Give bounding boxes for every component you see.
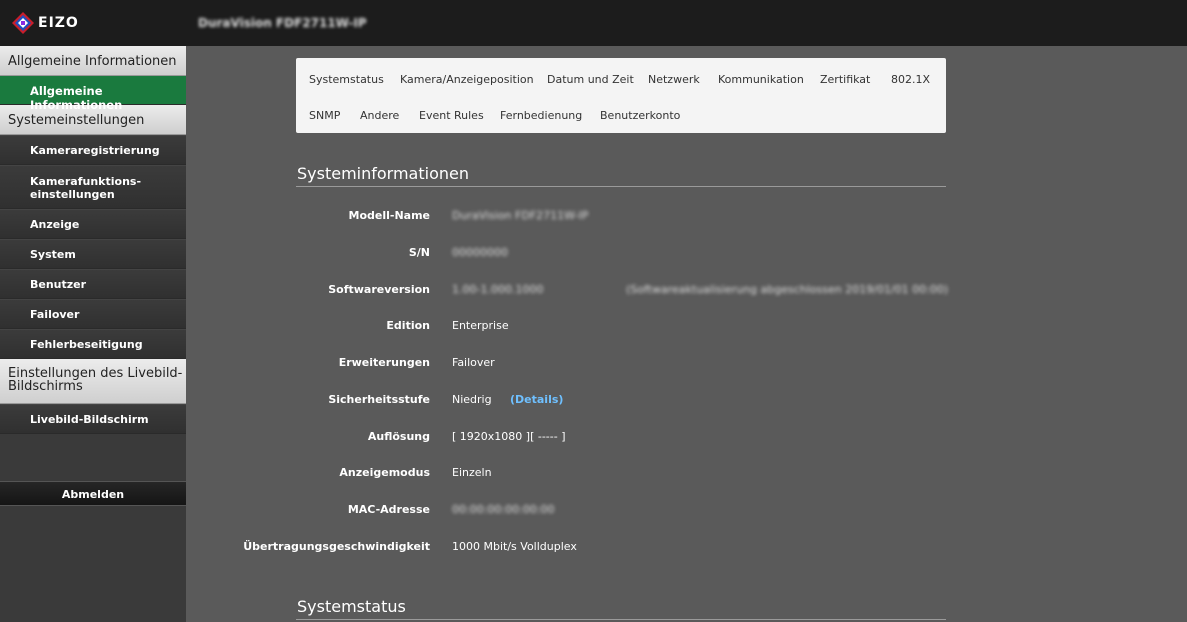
value-erweiterungen: Failover — [452, 356, 495, 369]
main-content: Systemstatus Kamera/Anzeigeposition Datu… — [186, 46, 1187, 622]
details-link-wrapper: (Details) — [510, 393, 563, 406]
eizo-logo: EIZO — [12, 12, 79, 34]
tab-systemstatus[interactable]: Systemstatus — [309, 73, 384, 86]
device-title: DuraVision FDF2711W-IP — [198, 16, 367, 30]
logout-button[interactable]: Abmelden — [0, 481, 186, 506]
label-uebertragungsgeschwindigkeit: Übertragungsgeschwindigkeit — [243, 540, 430, 553]
sidebar-spacer — [0, 434, 186, 481]
value-sicherheitsstufe: Niedrig — [452, 393, 492, 406]
label-mac-adresse: MAC-Adresse — [347, 503, 430, 516]
sidebar-section-label-line2: Bildschirms — [8, 379, 83, 394]
value-anzeigemodus: Einzeln — [452, 466, 492, 479]
label-modell-name: Modell-Name — [348, 209, 431, 222]
tab-datum-und-zeit[interactable]: Datum und Zeit — [547, 73, 634, 86]
brand-name: EIZO — [38, 15, 79, 31]
label-erweiterungen: Erweiterungen — [338, 356, 430, 369]
section-divider — [296, 186, 946, 187]
tab-kommunikation[interactable]: Kommunikation — [718, 73, 804, 86]
label-anzeigemodus: Anzeigemodus — [339, 466, 430, 479]
section-title-systemstatus: Systemstatus — [297, 597, 406, 616]
sidebar-item-kameraregistrierung[interactable]: Kameraregistrierung — [0, 135, 186, 165]
section-divider-systemstatus — [296, 619, 946, 620]
label-sicherheitsstufe: Sicherheitsstufe — [328, 393, 430, 406]
eizo-diamond-icon — [12, 12, 34, 34]
tab-andere[interactable]: Andere — [360, 109, 399, 122]
tab-event-rules[interactable]: Event Rules — [419, 109, 484, 122]
value-edition: Enterprise — [452, 319, 509, 332]
sidebar-item-benutzer[interactable]: Benutzer — [0, 269, 186, 299]
sidebar-item-livebild-bildschirm[interactable]: Livebild-Bildschirm — [0, 404, 186, 434]
value-aufloesung: [ 1920x1080 ][ ----- ] — [452, 430, 566, 443]
tab-benutzerkonto[interactable]: Benutzerkonto — [600, 109, 680, 122]
tab-zertifikat[interactable]: Zertifikat — [820, 73, 870, 86]
details-link-close-paren: ) — [558, 393, 564, 406]
value-softwareversion: 1.00-1.000.1000 — [452, 283, 544, 296]
tab-netzwerk[interactable]: Netzwerk — [648, 73, 700, 86]
tab-kamera-anzeigeposition[interactable]: Kamera/Anzeigeposition — [400, 73, 534, 86]
sidebar-item-fehlerbeseitigung[interactable]: Fehlerbeseitigung — [0, 329, 186, 359]
sidebar: Allgemeine Informationen Allgemeine Info… — [0, 46, 186, 622]
tab-fernbedienung[interactable]: Fernbedienung — [500, 109, 582, 122]
label-sn: S/N — [408, 246, 430, 259]
value-sn: 00000000 — [452, 246, 508, 259]
section-title-systeminformationen: Systeminformationen — [297, 164, 469, 183]
sidebar-section-livebild: Einstellungen des Livebild- Bildschirms — [0, 359, 186, 404]
top-bar: EIZO DuraVision FDF2711W-IP — [0, 0, 1187, 46]
value-uebertragungsgeschwindigkeit: 1000 Mbit/s Vollduplex — [452, 540, 577, 553]
sidebar-item-anzeige[interactable]: Anzeige — [0, 209, 186, 239]
sidebar-item-allgemeine-informationen[interactable]: Allgemeine Informationen — [0, 76, 186, 112]
sidebar-item-failover[interactable]: Failover — [0, 299, 186, 329]
value-mac-adresse: 00:00:00:00:00:00 — [452, 503, 555, 516]
sidebar-item-label-line1: Kamerafunktions- — [30, 175, 142, 188]
label-edition: Edition — [386, 319, 430, 332]
sidebar-item-system[interactable]: System — [0, 239, 186, 269]
tab-802-1x[interactable]: 802.1X — [891, 73, 930, 86]
label-aufloesung: Auflösung — [367, 430, 430, 443]
value-modell-name: DuraVision FDF2711W-IP — [452, 209, 589, 222]
tab-bar: Systemstatus Kamera/Anzeigeposition Datu… — [296, 58, 946, 133]
sidebar-item-kamerafunktionseinstellungen[interactable]: Kamerafunktions- einstellungen — [0, 165, 186, 209]
label-softwareversion: Softwareversion — [328, 283, 430, 296]
value-software-update-info: (Softwareaktualisierung abgeschlossen 20… — [626, 283, 949, 296]
tab-snmp[interactable]: SNMP — [309, 109, 340, 122]
details-link[interactable]: Details — [515, 393, 558, 406]
sidebar-item-label-line2: einstellungen — [30, 188, 115, 201]
sidebar-section-allgemeine: Allgemeine Informationen — [0, 46, 186, 76]
